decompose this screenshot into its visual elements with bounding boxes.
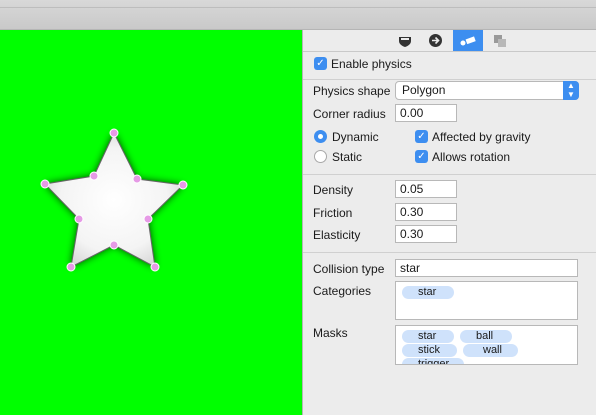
chevron-updown-icon: ▲ ▼ (563, 81, 579, 100)
collision-type-field[interactable]: star (395, 259, 578, 277)
divider (303, 252, 596, 253)
corner-radius-field[interactable]: 0.00 (395, 104, 457, 122)
toolbar-divider (0, 7, 596, 8)
density-field[interactable]: 0.05 (395, 180, 457, 198)
collision-type-label: Collision type (313, 262, 385, 276)
static-label: Static (332, 150, 363, 164)
rotation-checkbox[interactable]: ✓ (415, 150, 428, 163)
divider (303, 174, 596, 175)
category-tag[interactable]: star (402, 286, 454, 299)
polygon-handle (40, 179, 50, 189)
masks-label: Masks (313, 326, 348, 340)
categories-label: Categories (313, 284, 372, 298)
friction-label: Friction (313, 206, 353, 220)
polygon-handle (143, 214, 153, 224)
tab-physics[interactable] (453, 30, 483, 51)
corner-radius-label: Corner radius (313, 107, 386, 121)
mask-tag[interactable]: wall (463, 344, 518, 357)
rotation-label: Allows rotation (432, 150, 511, 164)
categories-token-field[interactable]: star (395, 281, 578, 320)
polygon-handle (74, 214, 84, 224)
elasticity-label: Elasticity (313, 228, 361, 242)
mask-tag[interactable]: stick (402, 344, 457, 357)
enable-physics-label: Enable physics (331, 57, 412, 71)
arrow-right-icon (428, 34, 442, 47)
divider (303, 79, 596, 80)
mask-tag[interactable]: star (402, 330, 454, 343)
scene-canvas[interactable] (0, 30, 302, 415)
dynamic-radio[interactable] (314, 130, 327, 143)
polygon-handle (109, 240, 119, 250)
tab-layers[interactable] (485, 30, 515, 51)
tab-actions[interactable] (420, 30, 450, 51)
window-toolbar (0, 0, 596, 30)
polygon-handle (89, 171, 99, 181)
physics-shape-label: Physics shape (313, 84, 391, 98)
layers-icon (494, 34, 506, 47)
density-label: Density (313, 183, 354, 197)
enable-physics-checkbox[interactable]: ✓ (314, 57, 327, 70)
gravity-label: Affected by gravity (432, 130, 531, 144)
masks-token-field[interactable]: star ball stick wall trigger (395, 325, 578, 365)
dynamic-label: Dynamic (332, 130, 379, 144)
polygon-handle (150, 262, 160, 272)
gravity-checkbox[interactable]: ✓ (415, 130, 428, 143)
polygon-handle (66, 262, 76, 272)
physics-icon (460, 35, 476, 45)
elasticity-field[interactable]: 0.30 (395, 225, 457, 243)
inspector-panel: ✓ Enable physics Physics shape Polygon ▲… (302, 30, 596, 415)
tab-properties[interactable] (390, 30, 420, 51)
shield-icon (399, 36, 411, 47)
star-sprite[interactable] (0, 30, 302, 415)
friction-field[interactable]: 0.30 (395, 203, 457, 221)
static-radio[interactable] (314, 150, 327, 163)
physics-shape-select[interactable]: Polygon ▲ ▼ (395, 81, 579, 100)
mask-tag[interactable]: ball (460, 330, 512, 343)
mask-tag[interactable]: trigger (402, 358, 464, 364)
polygon-handle (132, 174, 142, 184)
polygon-handle (178, 180, 188, 190)
physics-shape-value: Polygon (402, 83, 446, 97)
inspector-tabs (303, 30, 596, 52)
polygon-handle (109, 128, 119, 138)
